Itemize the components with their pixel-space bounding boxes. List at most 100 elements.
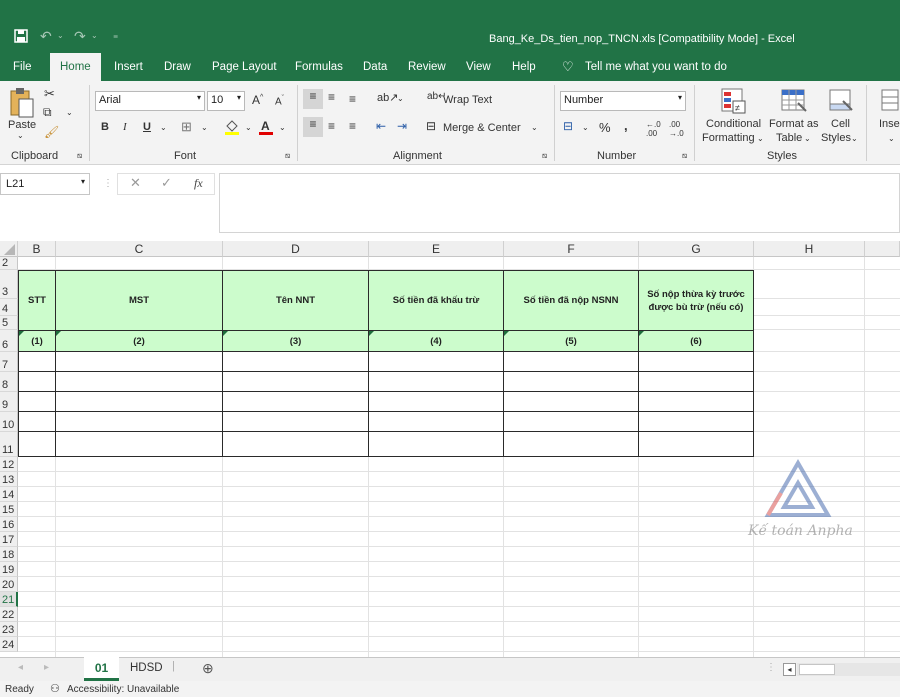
align-right-icon[interactable]: ≡ (349, 119, 356, 133)
header-cell-mst[interactable]: MST (55, 270, 223, 331)
conditional-dropdown-icon[interactable]: ⌄ (757, 134, 764, 143)
horizontal-scrollbar[interactable] (797, 663, 900, 676)
merge-center-button[interactable]: Merge & Center (443, 122, 521, 134)
font-size-select[interactable]: 10 ▾ (207, 91, 245, 111)
scroll-left-icon[interactable]: ◂ (18, 662, 23, 673)
decrease-decimal-icon[interactable]: .00 →.0 (669, 120, 684, 138)
underline-dropdown-icon[interactable]: ⌄ (160, 123, 167, 132)
undo-icon[interactable]: ↶ (40, 28, 52, 45)
number-format-select[interactable]: Number ▾ (560, 91, 686, 111)
font-color-dropdown-icon[interactable]: ⌄ (279, 123, 286, 132)
alignment-launcher-icon[interactable]: ⧅ (542, 151, 547, 161)
header-cell-nop-nsnn[interactable]: Số tiền đã nộp NSNN (503, 270, 639, 331)
row-header[interactable]: 6 (0, 330, 18, 352)
table-cell[interactable] (368, 351, 504, 372)
row-header[interactable]: 2 (0, 257, 18, 270)
paste-label[interactable]: Paste (8, 119, 36, 131)
row-header[interactable]: 18 (0, 547, 18, 562)
undo-dropdown-icon[interactable]: ⌄ (57, 31, 64, 40)
table-cell[interactable] (55, 391, 223, 412)
increase-decimal-icon[interactable]: ←.0.00 (646, 120, 661, 138)
underline-button[interactable]: U (143, 121, 151, 133)
format-as-table-button[interactable]: Format as (769, 118, 819, 130)
row-header[interactable]: 17 (0, 532, 18, 547)
hscroll-left-icon[interactable]: ◂ (783, 663, 796, 676)
table-cell[interactable] (222, 431, 369, 457)
cell-styles-dropdown-icon[interactable]: ⌄ (851, 134, 858, 143)
table-cell[interactable] (503, 391, 639, 412)
merge-center-icon[interactable]: ⊟ (426, 119, 436, 133)
accounting-dropdown-icon[interactable]: ⌄ (582, 123, 589, 132)
insert-function-icon[interactable]: fx (194, 176, 203, 191)
decrease-indent-icon[interactable]: ⇤ (376, 119, 386, 133)
table-cell[interactable] (55, 351, 223, 372)
table-cell[interactable] (55, 411, 223, 432)
conditional-formatting-label[interactable]: Formatting (702, 132, 755, 144)
column-header-h[interactable]: H (754, 241, 865, 257)
table-cell[interactable] (638, 391, 754, 412)
column-header-f[interactable]: F (504, 241, 639, 257)
row-header[interactable]: 3 (0, 270, 18, 299)
increase-indent-icon[interactable]: ⇥ (397, 119, 407, 133)
tab-data[interactable]: Data (363, 61, 387, 73)
redo-icon[interactable]: ↷ (74, 28, 86, 45)
format-painter-icon[interactable]: 🖌 (44, 125, 59, 139)
accounting-format-icon[interactable]: ⊟ (563, 119, 573, 133)
conditional-formatting-button[interactable]: Conditional (706, 118, 761, 130)
decrease-font-icon[interactable]: Aˇ (275, 95, 284, 107)
row-header[interactable]: 16 (0, 517, 18, 532)
name-box[interactable]: L21 ▾ (0, 173, 90, 195)
table-cell[interactable] (368, 371, 504, 392)
table-cell[interactable] (222, 391, 369, 412)
insert-cells-icon[interactable] (880, 87, 900, 115)
sheet-tab-01[interactable]: 01 (84, 657, 119, 681)
table-cell[interactable] (18, 391, 56, 412)
align-bottom-icon[interactable]: ≡ (349, 92, 356, 106)
row-header[interactable]: 14 (0, 487, 18, 502)
table-cell[interactable] (222, 371, 369, 392)
table-cell[interactable] (368, 411, 504, 432)
row-header[interactable]: 19 (0, 562, 18, 577)
tab-review[interactable]: Review (408, 61, 446, 73)
align-left-icon[interactable]: ≡ (303, 117, 323, 137)
orientation-icon[interactable]: ab↗ (377, 91, 398, 104)
formula-input[interactable] (219, 173, 900, 233)
row-header[interactable]: 23 (0, 622, 18, 637)
align-top-icon[interactable]: ≡ (303, 89, 323, 109)
number-cell[interactable]: (2) (55, 330, 223, 352)
table-cell[interactable] (18, 411, 56, 432)
row-header[interactable]: 9 (0, 392, 18, 412)
customize-toolbar-icon[interactable]: ₌ (113, 30, 118, 41)
row-header[interactable]: 20 (0, 577, 18, 592)
row-header-selected[interactable]: 21 (0, 592, 18, 607)
format-as-table-icon[interactable] (780, 87, 808, 115)
font-launcher-icon[interactable]: ⧅ (285, 151, 290, 161)
cut-icon[interactable]: ✂ (44, 86, 55, 102)
lightbulb-icon[interactable]: ♡ (562, 59, 574, 75)
table-cell[interactable] (368, 391, 504, 412)
add-sheet-icon[interactable]: ⊕ (202, 660, 214, 677)
table-cell[interactable] (503, 351, 639, 372)
column-header-d[interactable]: D (223, 241, 369, 257)
split-handle-icon[interactable]: ⋮ (766, 662, 776, 673)
column-header-e[interactable]: E (369, 241, 504, 257)
drag-handle-icon[interactable]: ⋮ (103, 178, 113, 189)
row-header[interactable]: 13 (0, 472, 18, 487)
accessibility-status[interactable]: Accessibility: Unavailable (67, 684, 179, 695)
select-all-corner[interactable] (0, 241, 18, 257)
align-center-icon[interactable]: ≡ (328, 119, 335, 133)
tab-insert[interactable]: Insert (114, 61, 143, 73)
cancel-icon[interactable]: ✕ (130, 175, 141, 191)
accessibility-icon[interactable]: ⚇ (50, 682, 60, 695)
table-cell[interactable] (222, 411, 369, 432)
increase-font-icon[interactable]: A^ (252, 93, 263, 107)
borders-dropdown-icon[interactable]: ⌄ (201, 123, 208, 132)
tab-file[interactable]: File (13, 61, 32, 73)
font-name-select[interactable]: Arial ▾ (95, 91, 205, 111)
header-cell-stt[interactable]: STT (18, 270, 56, 331)
number-cell[interactable]: (4) (368, 330, 504, 352)
header-cell-nop-thua[interactable]: Số nộp thừa kỳ trước được bù trừ (nếu có… (638, 270, 754, 331)
table-cell[interactable] (222, 351, 369, 372)
tell-me-search[interactable]: Tell me what you want to do (585, 61, 727, 73)
row-header[interactable]: 8 (0, 372, 18, 392)
